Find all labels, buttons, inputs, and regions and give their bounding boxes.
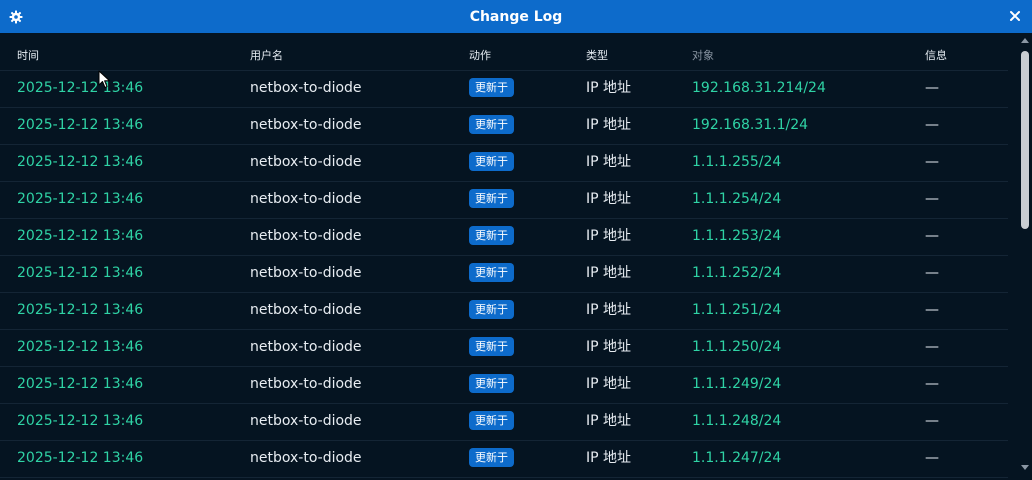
table-row[interactable]: 2025-12-12 13:46 netbox-to-diode 更新于 IP … xyxy=(0,329,1008,367)
object-type: IP 地址 xyxy=(586,413,632,429)
timestamp-link[interactable]: 2025-12-12 13:46 xyxy=(17,376,143,393)
timestamp-link[interactable]: 2025-12-12 13:46 xyxy=(17,191,143,208)
user-name: netbox-to-diode xyxy=(250,154,362,170)
action-badge: 更新于 xyxy=(469,189,514,208)
object-type: IP 地址 xyxy=(586,191,632,207)
action-badge: 更新于 xyxy=(469,300,514,319)
object-type: IP 地址 xyxy=(586,117,632,133)
object-type: IP 地址 xyxy=(586,339,632,355)
table-row[interactable]: 2025-12-12 13:46 netbox-to-diode 更新于 IP … xyxy=(0,181,1008,219)
table-row[interactable]: 2025-12-12 13:46 netbox-to-diode 更新于 IP … xyxy=(0,366,1008,404)
scroll-down-icon[interactable] xyxy=(1021,465,1029,470)
object-type: IP 地址 xyxy=(586,228,632,244)
table-row[interactable]: 2025-12-12 13:46 netbox-to-diode 更新于 IP … xyxy=(0,107,1008,145)
title-bar: Change Log xyxy=(0,0,1032,33)
object-link[interactable]: 192.168.31.214/24 xyxy=(692,80,826,97)
object-link[interactable]: 192.168.31.1/24 xyxy=(692,117,808,134)
scroll-up-icon[interactable] xyxy=(1021,38,1029,43)
action-badge: 更新于 xyxy=(469,115,514,134)
user-name: netbox-to-diode xyxy=(250,376,362,392)
action-badge: 更新于 xyxy=(469,152,514,171)
message-text: — xyxy=(925,302,939,318)
timestamp-link[interactable]: 2025-12-12 13:46 xyxy=(17,339,143,356)
user-name: netbox-to-diode xyxy=(250,265,362,281)
object-link[interactable]: 1.1.1.248/24 xyxy=(692,413,781,430)
user-name: netbox-to-diode xyxy=(250,450,362,466)
message-text: — xyxy=(925,450,939,466)
message-text: — xyxy=(925,413,939,429)
message-text: — xyxy=(925,80,939,96)
message-text: — xyxy=(925,117,939,133)
user-name: netbox-to-diode xyxy=(250,191,362,207)
table-row[interactable]: 2025-12-12 13:46 netbox-to-diode 更新于 IP … xyxy=(0,255,1008,293)
timestamp-link[interactable]: 2025-12-12 13:46 xyxy=(17,154,143,171)
column-header-object: 对象 xyxy=(692,49,714,62)
timestamp-link[interactable]: 2025-12-12 13:46 xyxy=(17,80,143,97)
message-text: — xyxy=(925,191,939,207)
object-type: IP 地址 xyxy=(586,265,632,281)
timestamp-link[interactable]: 2025-12-12 13:46 xyxy=(17,302,143,319)
object-link[interactable]: 1.1.1.251/24 xyxy=(692,302,781,319)
table-row[interactable]: 2025-12-12 13:46 netbox-to-diode 更新于 IP … xyxy=(0,144,1008,182)
column-header-type[interactable]: 类型 xyxy=(586,47,608,63)
object-link[interactable]: 1.1.1.250/24 xyxy=(692,339,781,356)
object-type: IP 地址 xyxy=(586,450,632,466)
user-name: netbox-to-diode xyxy=(250,339,362,355)
message-text: — xyxy=(925,265,939,281)
window-title: Change Log xyxy=(469,8,563,25)
table-row[interactable]: 2025-12-12 13:46 netbox-to-diode 更新于 IP … xyxy=(0,403,1008,441)
change-log-table: 时间 用户名 动作 类型 对象 信息 2025-12-12 13:46 netb… xyxy=(0,33,1018,480)
action-badge: 更新于 xyxy=(469,448,514,467)
action-badge: 更新于 xyxy=(469,226,514,245)
column-header-message[interactable]: 信息 xyxy=(925,47,947,63)
close-icon[interactable] xyxy=(1006,7,1024,25)
gear-icon[interactable] xyxy=(9,9,23,24)
table-row[interactable]: 2025-12-12 13:46 netbox-to-diode 更新于 IP … xyxy=(0,440,1008,478)
object-link[interactable]: 1.1.1.247/24 xyxy=(692,450,781,467)
object-link[interactable]: 1.1.1.255/24 xyxy=(692,154,781,171)
change-log-window: Change Log 时间 用户名 动作 类型 对象 信息 2025-12-12… xyxy=(0,0,1032,480)
table-row[interactable]: 2025-12-12 13:46 netbox-to-diode 更新于 IP … xyxy=(0,70,1008,108)
action-badge: 更新于 xyxy=(469,374,514,393)
object-link[interactable]: 1.1.1.249/24 xyxy=(692,376,781,393)
object-type: IP 地址 xyxy=(586,154,632,170)
message-text: — xyxy=(925,228,939,244)
column-header-time[interactable]: 时间 xyxy=(17,47,39,63)
user-name: netbox-to-diode xyxy=(250,80,362,96)
object-type: IP 地址 xyxy=(586,302,632,318)
timestamp-link[interactable]: 2025-12-12 13:46 xyxy=(17,228,143,245)
message-text: — xyxy=(925,339,939,355)
table-row[interactable]: 2025-12-12 13:46 netbox-to-diode 更新于 IP … xyxy=(0,292,1008,330)
object-type: IP 地址 xyxy=(586,80,632,96)
user-name: netbox-to-diode xyxy=(250,228,362,244)
table-row[interactable]: 2025-12-12 13:46 netbox-to-diode 更新于 IP … xyxy=(0,218,1008,256)
table-header: 时间 用户名 动作 类型 对象 信息 xyxy=(0,33,1008,71)
object-link[interactable]: 1.1.1.254/24 xyxy=(692,191,781,208)
scrollbar-thumb[interactable] xyxy=(1021,51,1029,229)
column-header-user[interactable]: 用户名 xyxy=(250,47,283,63)
user-name: netbox-to-diode xyxy=(250,413,362,429)
timestamp-link[interactable]: 2025-12-12 13:46 xyxy=(17,265,143,282)
message-text: — xyxy=(925,154,939,170)
action-badge: 更新于 xyxy=(469,337,514,356)
timestamp-link[interactable]: 2025-12-12 13:46 xyxy=(17,450,143,467)
timestamp-link[interactable]: 2025-12-12 13:46 xyxy=(17,413,143,430)
timestamp-link[interactable]: 2025-12-12 13:46 xyxy=(17,117,143,134)
action-badge: 更新于 xyxy=(469,263,514,282)
vertical-scrollbar[interactable] xyxy=(1018,33,1032,480)
object-type: IP 地址 xyxy=(586,376,632,392)
user-name: netbox-to-diode xyxy=(250,302,362,318)
object-link[interactable]: 1.1.1.253/24 xyxy=(692,228,781,245)
message-text: — xyxy=(925,376,939,392)
column-header-action[interactable]: 动作 xyxy=(469,47,491,63)
user-name: netbox-to-diode xyxy=(250,117,362,133)
object-link[interactable]: 1.1.1.252/24 xyxy=(692,265,781,282)
action-badge: 更新于 xyxy=(469,78,514,97)
action-badge: 更新于 xyxy=(469,411,514,430)
